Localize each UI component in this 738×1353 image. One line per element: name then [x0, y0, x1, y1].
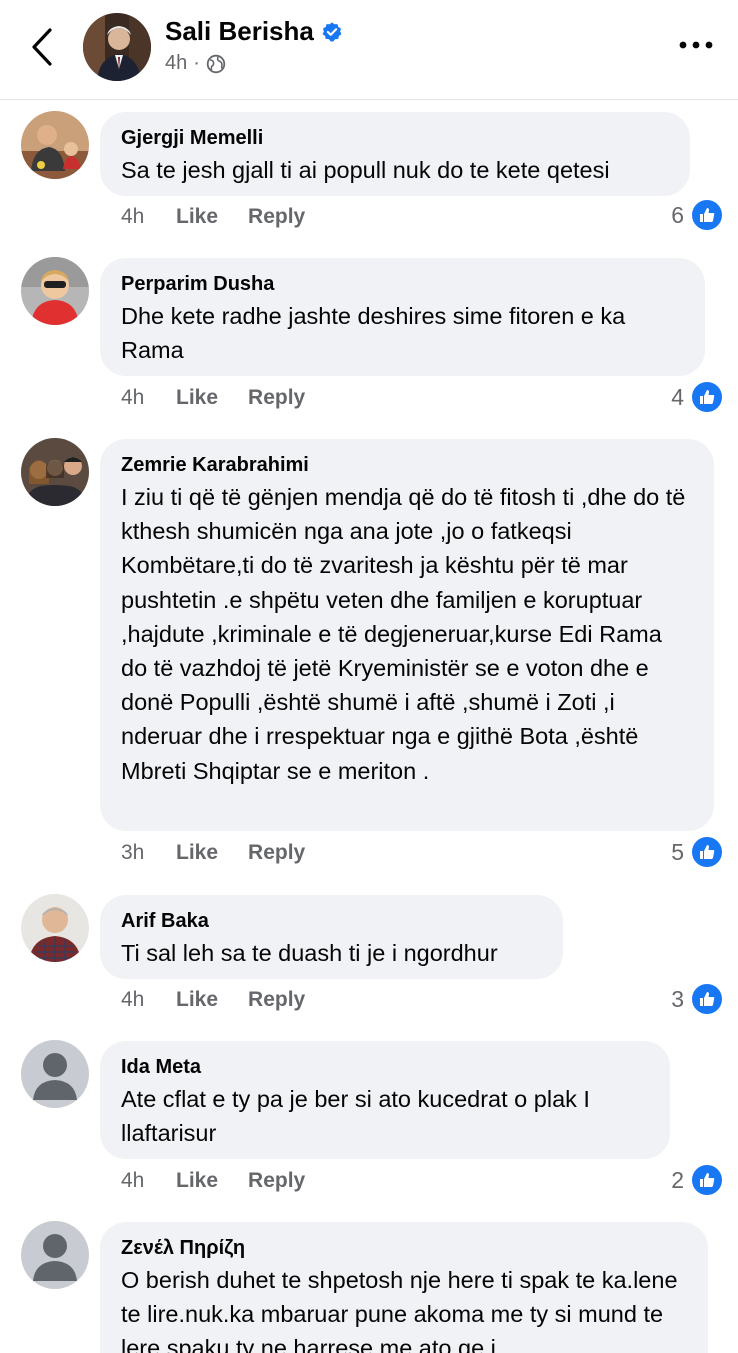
comment-time: 4h: [121, 988, 145, 1011]
globe-icon: [206, 54, 226, 73]
reaction-count[interactable]: 3: [671, 982, 724, 1016]
comment-actions: 4h Like Reply: [121, 205, 335, 229]
comment-actions: 4h Like Reply: [121, 988, 335, 1012]
reply-button[interactable]: Reply: [248, 1169, 305, 1193]
comment-author[interactable]: Gjergji Memelli: [121, 125, 670, 151]
commenter-avatar[interactable]: [21, 111, 89, 179]
comment-time: 3h: [121, 841, 145, 864]
comment-actions: 3h Like Reply: [121, 841, 335, 865]
comment-actions: 4h Like Reply: [121, 386, 335, 410]
author-avatar[interactable]: [83, 13, 151, 81]
more-horizontal-icon: [679, 41, 713, 49]
more-options-button[interactable]: [676, 30, 716, 60]
post-meta: 4h ·: [165, 52, 226, 75]
comment-author[interactable]: Ζενέλ Πηρίζη: [121, 1235, 688, 1261]
author-name[interactable]: Sali Berisha: [165, 16, 314, 47]
reply-button[interactable]: Reply: [248, 841, 305, 865]
thumbs-up-icon: [690, 198, 724, 232]
reaction-number: 2: [671, 1166, 684, 1193]
comment-text: Sa te jesh gjall ti ai popull nuk do te …: [121, 157, 610, 183]
reaction-number: 5: [671, 838, 684, 865]
comment-actions: 4h Like Reply: [121, 1169, 335, 1193]
back-button[interactable]: [22, 22, 62, 72]
comment-bubble: Arif Baka Ti sal leh sa te duash ti je i…: [100, 895, 563, 979]
post-time: 4h: [165, 52, 188, 74]
reply-button[interactable]: Reply: [248, 205, 305, 229]
reaction-number: 6: [671, 201, 684, 228]
reaction-count[interactable]: 2: [671, 1163, 724, 1197]
comment-bubble: Ζενέλ Πηρίζη O berish duhet te shpetosh …: [100, 1222, 708, 1353]
verified-badge-icon: [322, 21, 342, 42]
reaction-number: 4: [671, 383, 684, 410]
like-button[interactable]: Like: [176, 1169, 218, 1193]
reply-button[interactable]: Reply: [248, 988, 305, 1012]
comment-bubble: Zemrie Karabrahimi I ziu ti që të gënjen…: [100, 439, 714, 831]
comment-author[interactable]: Ida Meta: [121, 1054, 650, 1080]
reaction-count[interactable]: 6: [671, 198, 724, 232]
reply-button[interactable]: Reply: [248, 386, 305, 410]
like-button[interactable]: Like: [176, 205, 218, 229]
comment-time: 4h: [121, 386, 145, 409]
like-button[interactable]: Like: [176, 988, 218, 1012]
comment-text: Ti sal leh sa te duash ti je i ngordhur: [121, 940, 498, 966]
comment-text: Dhe kete radhe jashte deshires sime fito…: [121, 303, 626, 364]
post-header: Sali Berisha 4h ·: [0, 0, 738, 100]
comment-time: 4h: [121, 1169, 145, 1192]
meta-separator: ·: [193, 52, 200, 74]
thumbs-up-icon: [690, 835, 724, 869]
thumbs-up-icon: [690, 982, 724, 1016]
comment-text: O berish duhet te shpetosh nje here ti s…: [121, 1267, 678, 1353]
comment-author[interactable]: Zemrie Karabrahimi: [121, 452, 694, 478]
like-button[interactable]: Like: [176, 841, 218, 865]
commenter-avatar[interactable]: [21, 438, 89, 506]
reaction-count[interactable]: 4: [671, 380, 724, 414]
chevron-left-icon: [32, 28, 52, 66]
like-button[interactable]: Like: [176, 386, 218, 410]
thumbs-up-icon: [690, 1163, 724, 1197]
comment-bubble: Perparim Dusha Dhe kete radhe jashte des…: [100, 258, 705, 376]
thumbs-up-icon: [690, 380, 724, 414]
commenter-avatar[interactable]: [21, 257, 89, 325]
comment-bubble: Ida Meta Ate cflat e ty pa je ber si ato…: [100, 1041, 670, 1159]
comment-author[interactable]: Perparim Dusha: [121, 271, 685, 297]
commenter-avatar[interactable]: [21, 1221, 89, 1289]
comment-text: I ziu ti që të gënjen mendja që do të fi…: [121, 484, 686, 784]
comment-bubble: Gjergji Memelli Sa te jesh gjall ti ai p…: [100, 112, 690, 196]
comment-author[interactable]: Arif Baka: [121, 908, 543, 934]
comment-text: Ate cflat e ty pa je ber si ato kucedrat…: [121, 1086, 590, 1147]
commenter-avatar[interactable]: [21, 1040, 89, 1108]
commenter-avatar[interactable]: [21, 894, 89, 962]
reaction-number: 3: [671, 985, 684, 1012]
comment-time: 4h: [121, 205, 145, 228]
reaction-count[interactable]: 5: [671, 835, 724, 869]
